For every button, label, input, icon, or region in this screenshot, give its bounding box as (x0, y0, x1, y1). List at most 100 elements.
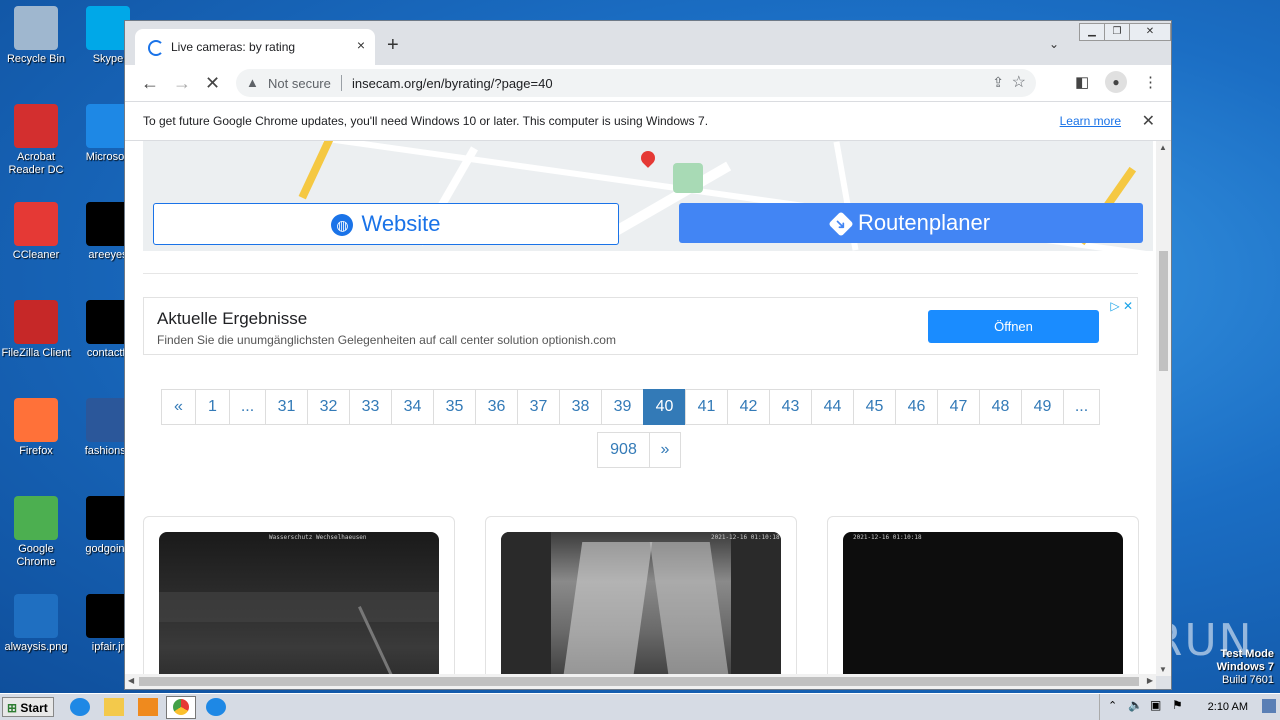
page-link[interactable]: 36 (475, 389, 518, 425)
app-icon (14, 398, 58, 442)
tab-search-icon[interactable]: ⌄ (1049, 37, 1059, 51)
camera-timestamp: 2021-12-16 01:10:18 (853, 534, 922, 541)
desktop-icon-label: CCleaner (12, 249, 60, 261)
app-icon (14, 594, 58, 638)
camera-thumbnail[interactable]: 2021-12-16 01:10:18 (501, 532, 781, 676)
page-link[interactable]: 34 (391, 389, 434, 425)
taskbar: ⊞ Start ⌃ 🔈 ▣ ⚑ 2:10 AM (0, 693, 1280, 720)
page-link[interactable]: 35 (433, 389, 476, 425)
ad-open-button[interactable]: Öffnen (928, 310, 1099, 343)
desktop-icon-ccleaner[interactable]: CCleaner (0, 202, 72, 262)
page-link[interactable]: » (649, 432, 681, 468)
ad-headline[interactable]: Aktuelle Ergebnisse (157, 309, 307, 329)
app-icon (14, 6, 58, 50)
page-link[interactable]: 908 (597, 432, 650, 468)
page-link[interactable]: 43 (769, 389, 812, 425)
windows-logo-icon: ⊞ (7, 701, 18, 715)
camera-card-2[interactable]: 2021-12-16 01:10:18 (485, 516, 797, 676)
omnibox-separator (341, 75, 342, 91)
page-link[interactable]: 31 (265, 389, 308, 425)
start-button[interactable]: ⊞ Start (2, 697, 54, 717)
page-link[interactable]: 32 (307, 389, 350, 425)
page-link[interactable]: ... (229, 389, 266, 425)
page-link[interactable]: 44 (811, 389, 854, 425)
page-link[interactable]: 41 (685, 389, 728, 425)
menu-kebab-icon[interactable]: ⋮ (1143, 73, 1158, 91)
system-tray: ⌃ 🔈 ▣ ⚑ 2:10 AM (1099, 694, 1280, 720)
url-text[interactable]: insecam.org/en/byrating/?page=40 (352, 76, 553, 91)
page-link[interactable]: 42 (727, 389, 770, 425)
page-link[interactable]: 47 (937, 389, 980, 425)
learn-more-link[interactable]: Learn more (1060, 114, 1121, 128)
clock[interactable]: 2:10 AM (1208, 701, 1248, 713)
camera-card-3[interactable]: 2021-12-16 01:10:18 (827, 516, 1139, 676)
vertical-scroll-thumb[interactable] (1159, 251, 1168, 371)
tab-close-icon[interactable]: × (357, 37, 365, 53)
horizontal-scroll-thumb[interactable] (139, 677, 1139, 686)
page-link[interactable]: 39 (601, 389, 644, 425)
desktop-icon-firefox[interactable]: Firefox (0, 398, 72, 458)
ad-choices-icon[interactable]: ▷ ✕ (1110, 299, 1133, 313)
desktop-icon-label: Firefox (19, 445, 53, 457)
update-infobar: To get future Google Chrome updates, you… (125, 101, 1171, 141)
ad-banner[interactable]: Aktuelle Ergebnisse Finden Sie die unumg… (143, 297, 1138, 355)
vertical-scrollbar[interactable]: ▲ ▼ (1156, 141, 1171, 676)
tab-live-cameras[interactable]: Live cameras: by rating × (135, 29, 375, 65)
share-icon[interactable]: ⇪ (992, 74, 1004, 91)
app-icon (14, 496, 58, 540)
camera-thumbnail[interactable]: Wasserschutz Wechselhaeusen (159, 532, 439, 676)
website-button[interactable]: ◍ Website (153, 203, 619, 245)
show-desktop-button[interactable] (1262, 699, 1276, 713)
show-hidden-icons[interactable]: ⌃ (1108, 699, 1117, 712)
stop-button[interactable]: ✕ (205, 73, 220, 94)
network-icon[interactable]: ▣ (1150, 698, 1161, 712)
page-link[interactable]: 38 (559, 389, 602, 425)
desktop-icon-acrobat-reader-dc[interactable]: Acrobat Reader DC (0, 104, 72, 177)
map-embed[interactable]: ◍ Website ➜ Routenplaner (143, 141, 1153, 251)
route-planner-button[interactable]: ➜ Routenplaner (679, 203, 1143, 243)
address-bar[interactable]: ▲ Not secure insecam.org/en/byrating/?pa… (236, 69, 1036, 97)
desktop-icon-recycle-bin[interactable]: Recycle Bin (0, 6, 72, 66)
page-link[interactable]: 33 (349, 389, 392, 425)
ad-text[interactable]: Finden Sie die unumgänglichsten Gelegenh… (157, 333, 616, 347)
infobar-close-icon[interactable]: ✕ (1142, 111, 1155, 131)
back-button[interactable]: ← (141, 73, 159, 94)
divider (143, 273, 1138, 274)
browser-toolbar: ← → ✕ ▲ Not secure insecam.org/en/byrati… (125, 65, 1171, 101)
page-viewport: ◍ Website ➜ Routenplaner Aktuelle Ergebnis… (125, 141, 1156, 676)
media-player-taskbar-icon[interactable] (138, 698, 158, 716)
page-link[interactable]: ... (1063, 389, 1100, 425)
warning-icon[interactable]: ▲ (246, 75, 259, 90)
page-link[interactable]: 49 (1021, 389, 1064, 425)
infobar-message: To get future Google Chrome updates, you… (143, 114, 709, 128)
page-link[interactable]: 45 (853, 389, 896, 425)
page-link[interactable]: 48 (979, 389, 1022, 425)
page-link[interactable]: 37 (517, 389, 560, 425)
ie-taskbar-icon[interactable] (70, 698, 90, 716)
page-link[interactable]: 46 (895, 389, 938, 425)
explorer-taskbar-icon[interactable] (104, 698, 124, 716)
chrome-taskbar-button[interactable] (166, 696, 196, 719)
volume-icon[interactable]: 🔈 (1128, 698, 1143, 712)
close-window-button[interactable]: ✕ (1129, 23, 1171, 41)
forward-button[interactable]: → (173, 73, 191, 94)
desktop-icon-google-chrome[interactable]: Google Chrome (0, 496, 72, 569)
new-tab-button[interactable]: + (387, 34, 399, 57)
action-center-icon[interactable]: ⚑ (1172, 698, 1183, 712)
horizontal-scrollbar[interactable]: ◀ ▶ (125, 674, 1156, 689)
minimize-button[interactable]: ▁ (1079, 23, 1105, 41)
security-label[interactable]: Not secure (268, 76, 331, 91)
chrome-icon (173, 699, 189, 715)
maximize-button[interactable]: ❐ (1104, 23, 1130, 41)
desktop-icon-filezilla-client[interactable]: FileZilla Client (0, 300, 72, 360)
page-link[interactable]: 40 (643, 389, 686, 425)
desktop-icon-alwaysis-png[interactable]: alwaysis.png (0, 594, 72, 654)
side-panel-icon[interactable]: ◧ (1075, 73, 1089, 91)
bookmark-star-icon[interactable]: ☆ (1012, 72, 1026, 92)
page-link[interactable]: 1 (195, 389, 230, 425)
camera-thumbnail[interactable]: 2021-12-16 01:10:18 (843, 532, 1123, 676)
page-link[interactable]: « (161, 389, 196, 425)
camera-card-1[interactable]: Wasserschutz Wechselhaeusen (143, 516, 455, 676)
edge-taskbar-icon[interactable] (206, 698, 226, 716)
profile-avatar-icon[interactable]: ● (1105, 71, 1127, 93)
